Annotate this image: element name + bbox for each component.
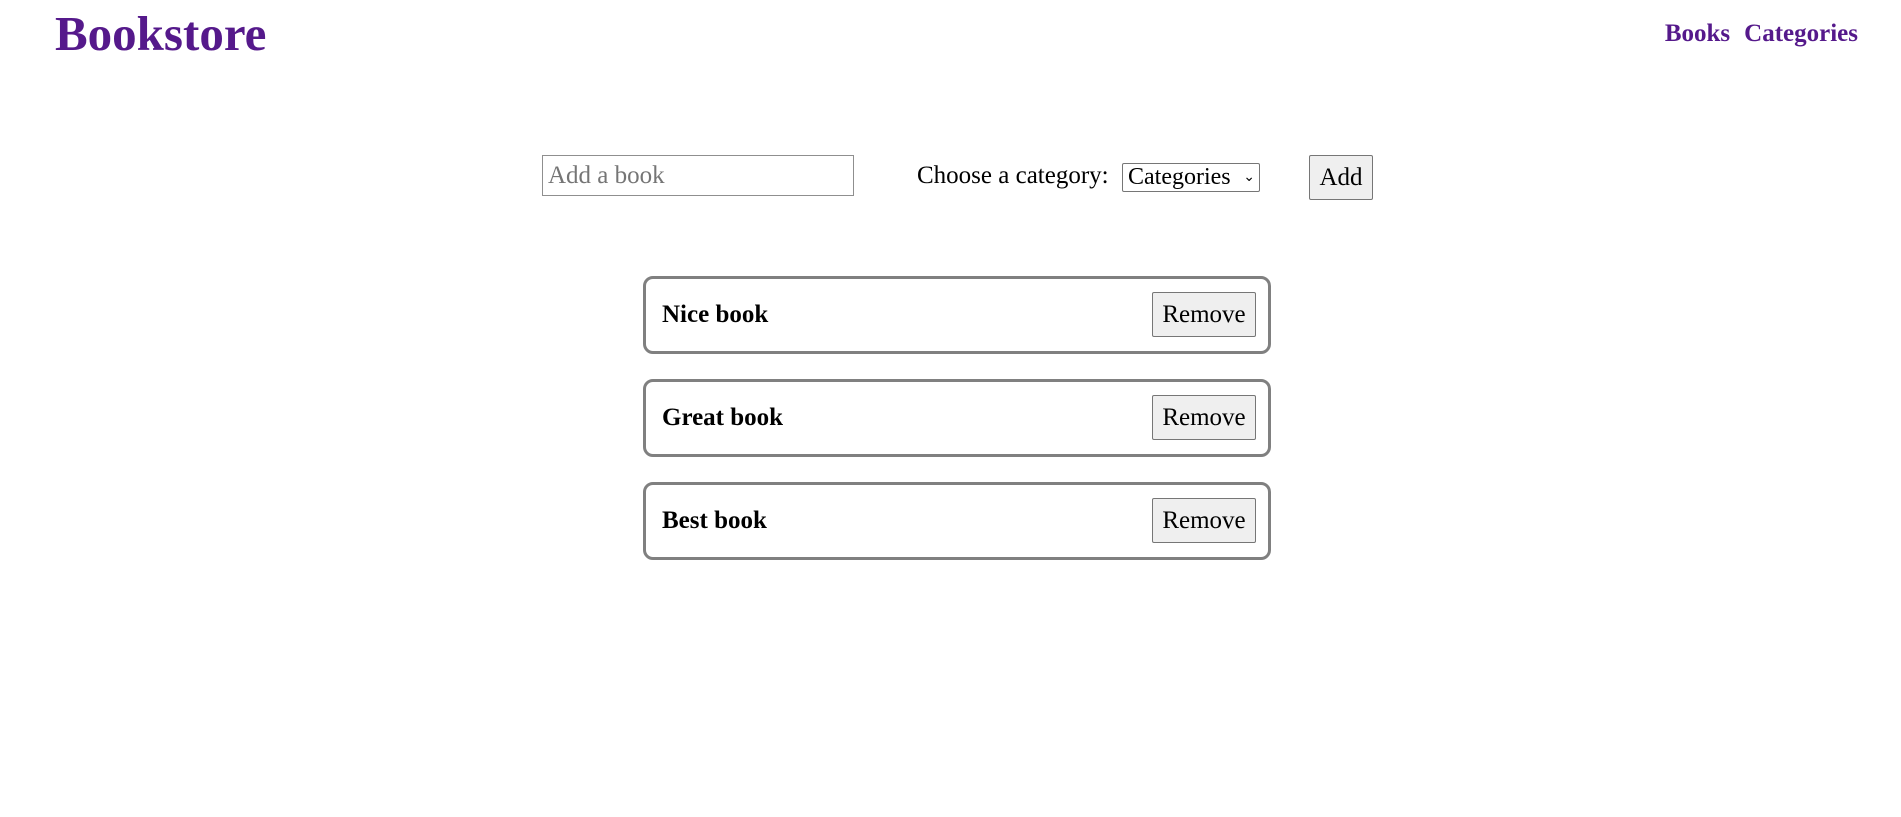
nav-link-categories[interactable]: Categories [1744,18,1858,50]
book-card: Nice book Remove [643,276,1271,354]
brand-title: Bookstore [55,6,267,61]
book-card: Great book Remove [643,379,1271,457]
remove-book-button[interactable]: Remove [1152,395,1256,440]
category-select-value: Categories [1128,164,1231,190]
add-book-button[interactable]: Add [1309,155,1373,200]
add-book-form: Choose a category: Categories ⌄ Add [0,155,1901,200]
book-list: Nice book Remove Great book Remove Best … [643,276,1271,585]
header: Bookstore Books Categories [0,0,1901,70]
book-title: Great book [662,404,784,431]
book-title: Nice book [662,301,769,328]
remove-book-button[interactable]: Remove [1152,498,1256,543]
book-title-input[interactable] [542,155,854,196]
book-title: Best book [662,507,767,534]
remove-book-button[interactable]: Remove [1152,292,1256,337]
chevron-down-icon: ⌄ [1243,169,1255,185]
category-select[interactable]: Categories ⌄ [1122,163,1260,192]
nav-link-books[interactable]: Books [1665,18,1730,50]
category-label: Choose a category: [917,162,1109,189]
book-card: Best book Remove [643,482,1271,560]
top-nav: Books Categories [1665,18,1858,50]
